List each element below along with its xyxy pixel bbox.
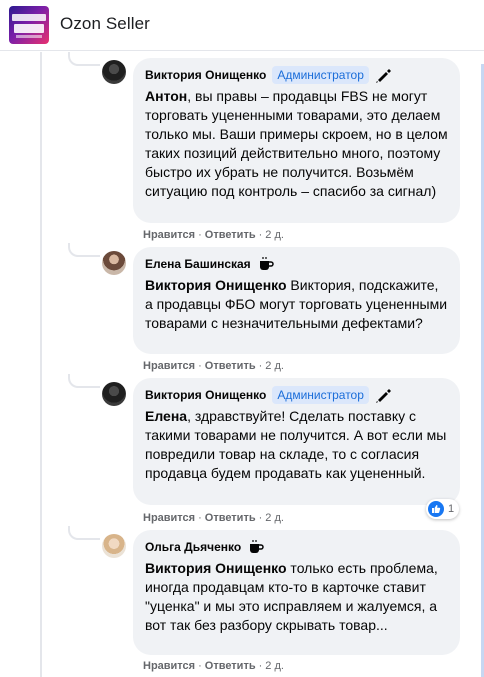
comment-text: Елена, здравствуйте! Сделать поставку с … xyxy=(145,408,447,481)
avatar[interactable] xyxy=(102,60,126,84)
like-button[interactable]: Нравится xyxy=(143,512,195,524)
comment-author[interactable]: Виктория Онищенко xyxy=(145,388,266,402)
comment-bubble: Виктория Онищенко Администратор Елена, з… xyxy=(133,378,460,505)
comment-author[interactable]: Елена Башинская xyxy=(145,257,251,271)
group-header: Ozon Seller xyxy=(0,0,484,50)
coffee-cup-icon xyxy=(257,256,275,272)
comment-bubble: Ольга Дьяченко Виктория Онищенко только … xyxy=(133,530,460,655)
avatar[interactable] xyxy=(102,251,126,275)
reaction-count: 1 xyxy=(448,503,455,515)
comment-time[interactable]: 2 д. xyxy=(265,512,284,524)
comment-author[interactable]: Ольга Дьяченко xyxy=(145,540,241,554)
comment-text: Виктория Онищенко Виктория, подскажите, … xyxy=(145,277,448,331)
comment-time[interactable]: 2 д. xyxy=(265,229,284,241)
reply-connector xyxy=(68,526,100,540)
reply-button[interactable]: Ответить xyxy=(205,512,256,524)
avatar[interactable] xyxy=(102,534,126,558)
like-button[interactable]: Нравится xyxy=(143,360,195,372)
thread-line xyxy=(40,52,42,677)
pen-icon xyxy=(375,387,393,403)
comment-time[interactable]: 2 д. xyxy=(265,360,284,372)
comment-text: Виктория Онищенко только есть проблема, … xyxy=(145,560,438,633)
comment-author[interactable]: Виктория Онищенко xyxy=(145,68,266,82)
comment-actions: Нравится · Ответить · 2 д. xyxy=(143,360,284,372)
reply-button[interactable]: Ответить xyxy=(205,229,256,241)
pen-icon xyxy=(375,67,393,83)
coffee-cup-icon xyxy=(247,539,265,555)
group-logo[interactable] xyxy=(9,6,49,44)
group-name[interactable]: Ozon Seller xyxy=(60,14,150,34)
comment-bubble: Виктория Онищенко Администратор Антон, в… xyxy=(133,58,460,223)
reply-connector xyxy=(68,374,100,388)
avatar[interactable] xyxy=(102,382,126,406)
admin-badge: Администратор xyxy=(272,386,369,404)
reply-button[interactable]: Ответить xyxy=(205,660,256,672)
reply-connector xyxy=(68,52,100,66)
comment-actions: Нравится · Ответить · 2 д. xyxy=(143,512,284,524)
comment-actions: Нравится · Ответить · 2 д. xyxy=(143,229,284,241)
like-button[interactable]: Нравится xyxy=(143,229,195,241)
reaction-summary[interactable]: 1 xyxy=(426,499,460,519)
header-divider xyxy=(0,50,484,51)
like-button[interactable]: Нравится xyxy=(143,660,195,672)
comment-bubble: Елена Башинская Виктория Онищенко Виктор… xyxy=(133,247,460,354)
mention-link[interactable]: Виктория Онищенко xyxy=(145,560,287,576)
mention-link[interactable]: Виктория Онищенко xyxy=(145,277,287,293)
admin-badge: Администратор xyxy=(272,66,369,84)
comment-time[interactable]: 2 д. xyxy=(265,660,284,672)
comment-actions: Нравится · Ответить · 2 д. xyxy=(143,660,284,672)
reply-connector xyxy=(68,243,100,257)
thumbs-up-icon xyxy=(428,501,444,517)
mention-link[interactable]: Елена xyxy=(145,408,187,424)
comment-text: Антон, вы правы – продавцы FBS не могут … xyxy=(145,88,448,199)
reply-button[interactable]: Ответить xyxy=(205,360,256,372)
mention-link[interactable]: Антон xyxy=(145,88,187,104)
